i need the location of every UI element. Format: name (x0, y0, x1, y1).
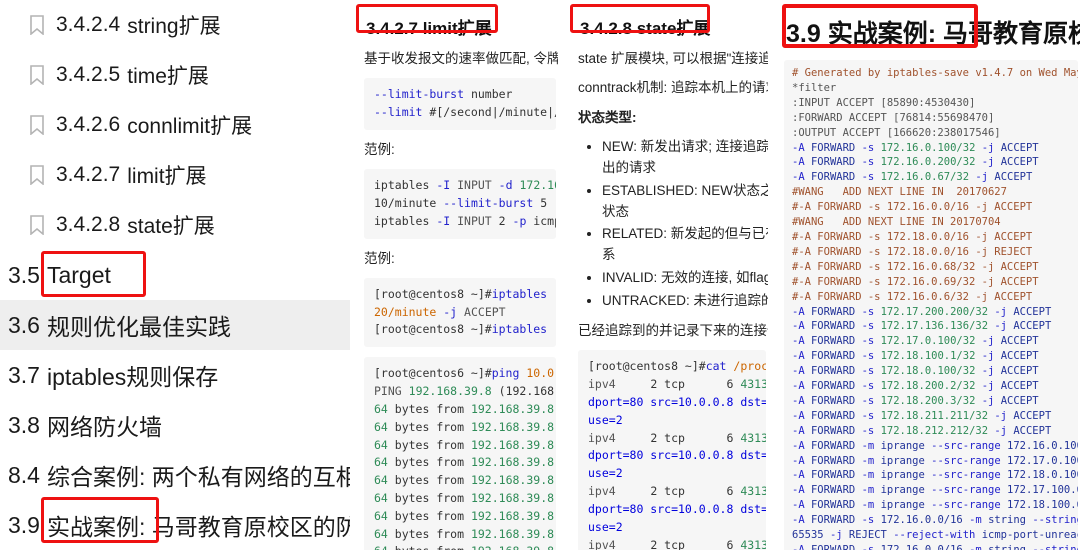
bookmark-icon (30, 165, 44, 185)
toc-item-label: connlimit扩展 (127, 115, 252, 138)
toc-item-label-wrap: state扩展 (127, 210, 215, 240)
state-conntrack-code: [root@centos8 ~]#cat /proc/net/nf ipv4 2… (578, 350, 766, 550)
toc-item-3-9[interactable]: 3.9 实战案例: 马哥教育原校区的防火 (0, 500, 350, 550)
state-para-3: 状态类型: (578, 108, 768, 128)
state-para-2: conntrack机制: 追踪本机上的请求和响应之 (578, 78, 768, 98)
state-type-item: NEW: 新发出请求; 连接追踪信息库中出的请求 (602, 137, 768, 179)
toc-item-label: Target (47, 262, 111, 288)
toc-item-label: string扩展 (127, 15, 220, 38)
state-para-4: 已经追踪到的并记录下来的连接信息库 (578, 321, 768, 341)
screenshot-root: 3.4.2.4 string扩展 3.4.2.5 time扩展 3.4.2.6 connl… (0, 0, 1080, 550)
toc-item-label-wrap: Target (47, 262, 111, 289)
toc-item-number: 3.4.2.8 (56, 213, 120, 237)
limit-options-code: --limit-burst number #前多少个 --limit #[/se… (364, 78, 556, 130)
toc-item-label-wrap: time扩展 (127, 60, 209, 90)
state-type-item: ESTABLISHED: NEW状态之后, 连接状态 (602, 181, 768, 223)
toc-item-label-wrap: string扩展 (127, 10, 220, 40)
state-type-item: UNTRACKED: 未进行追踪的连接, 如 (602, 291, 768, 312)
state-type-name-desc: NEW: 新发出请求; 连接追踪信息库中 (602, 137, 768, 158)
toc-item-label-wrap: limit扩展 (127, 160, 206, 190)
toc-item-label-wrap: 规则优化最佳实践 (47, 308, 231, 342)
state-type-item: INVALID: 无效的连接, 如flag标记不 (602, 268, 768, 289)
state-type-continuation: 出的请求 (602, 158, 768, 179)
limit-ping-code: [root@centos6 ~]#ping 10.0.0.8 PING 192.… (364, 357, 556, 550)
toc-item-8-4[interactable]: 8.4 综合案例: 两个私有网络的互相通 (0, 450, 350, 500)
toc-item-number: 3.4.2.5 (56, 63, 120, 87)
toc-item-3-4-2-5[interactable]: 3.4.2.5 time扩展 (0, 50, 350, 100)
toc-item-label: state扩展 (127, 215, 215, 238)
state-type-name-desc: ESTABLISHED: NEW状态之后, 连接 (602, 181, 768, 202)
toc-item-number: 3.4.2.4 (56, 13, 120, 37)
state-type-name-desc: INVALID: 无效的连接, 如flag标记不 (602, 268, 768, 289)
toc-item-number: 8.4 (8, 462, 40, 489)
case-heading: 3.9 实战案例: 马哥教育原校区的防 (786, 14, 1080, 50)
toc-item-3-8[interactable]: 3.8 网络防火墙 (0, 400, 350, 450)
state-type-name-desc: RELATED: 新发起的但与已有连接相关 (602, 224, 768, 245)
toc-item-label-wrap: 实战案例: 马哥教育原校区的防火 (47, 508, 350, 542)
case-rules-code: # Generated by iptables-save v1.4.7 on W… (784, 60, 1078, 550)
bookmark-icon (30, 15, 44, 35)
toc-item-label: 实战案例: 马哥教育原校区的防火 (47, 514, 350, 540)
state-type-list: NEW: 新发出请求; 连接追踪信息库中出的请求ESTABLISHED: NEW… (576, 137, 768, 312)
bookmark-icon (30, 215, 44, 235)
toc-item-number: 3.4.2.7 (56, 163, 120, 187)
toc-item-3-5[interactable]: 3.5 Target (0, 250, 350, 300)
state-para-1: state 扩展模块, 可以根据"连接追踪机制"去 (578, 49, 768, 69)
toc-item-label-wrap: connlimit扩展 (127, 110, 252, 140)
state-type-continuation: 状态 (602, 202, 768, 223)
toc-item-3-4-2-8[interactable]: 3.4.2.8 state扩展 (0, 200, 350, 250)
toc-item-number: 3.5 (8, 262, 40, 289)
limit-example-code-2: [root@centos8 ~]#iptables -A IN 20/minut… (364, 278, 556, 347)
limit-intro: 基于收发报文的速率做匹配, 令牌桶过滤 (364, 49, 558, 69)
toc-item-label-wrap: iptables规则保存 (47, 358, 218, 392)
toc-item-3-6[interactable]: 3.6 规则优化最佳实践 (0, 300, 350, 350)
state-type-continuation: 系 (602, 245, 768, 266)
toc-item-number: 3.7 (8, 362, 40, 389)
limit-heading: 3.4.2.7 limit扩展 (366, 14, 558, 39)
state-type-item: RELATED: 新发起的但与已有连接相关系 (602, 224, 768, 266)
toc-item-label: limit扩展 (127, 165, 206, 188)
toc-item-label: 规则优化最佳实践 (47, 314, 231, 340)
toc-item-label: time扩展 (127, 65, 209, 88)
toc-item-number: 3.8 (8, 412, 40, 439)
toc-item-number: 3.6 (8, 312, 40, 339)
toc-item-3-4-2-6[interactable]: 3.4.2.6 connlimit扩展 (0, 100, 350, 150)
state-heading: 3.4.2.8 state扩展 (580, 14, 768, 39)
toc-item-number: 3.4.2.6 (56, 113, 120, 137)
toc-item-label: iptables规则保存 (47, 364, 218, 390)
toc-outline-panel: 3.4.2.4 string扩展 3.4.2.5 time扩展 3.4.2.6 connl… (0, 0, 350, 550)
limit-article-panel: 3.4.2.7 limit扩展 基于收发报文的速率做匹配, 令牌桶过滤 --li… (352, 0, 558, 550)
toc-item-label-wrap: 网络防火墙 (47, 408, 162, 442)
toc-item-label: 综合案例: 两个私有网络的互相通 (47, 464, 350, 490)
toc-item-label: 网络防火墙 (47, 414, 162, 440)
toc-item-3-7[interactable]: 3.7 iptables规则保存 (0, 350, 350, 400)
toc-item-label-wrap: 综合案例: 两个私有网络的互相通 (47, 458, 350, 492)
toc-item-number: 3.9 (8, 512, 40, 539)
limit-example-code-1: iptables -I INPUT -d 172.16.100 10/minut… (364, 169, 556, 238)
toc-item-3-4-2-7[interactable]: 3.4.2.7 limit扩展 (0, 150, 350, 200)
bookmark-icon (30, 65, 44, 85)
limit-example-label-2: 范例: (364, 249, 558, 269)
state-type-name-desc: UNTRACKED: 未进行追踪的连接, 如 (602, 291, 768, 312)
bookmark-icon (30, 115, 44, 135)
toc-list: 3.4.2.4 string扩展 3.4.2.5 time扩展 3.4.2.6 connl… (0, 0, 350, 550)
limit-example-label-1: 范例: (364, 140, 558, 160)
toc-item-3-4-2-4[interactable]: 3.4.2.4 string扩展 (0, 0, 350, 50)
state-article-panel: 3.4.2.8 state扩展 state 扩展模块, 可以根据"连接追踪机制"… (566, 0, 768, 550)
case-study-panel: 3.9 实战案例: 马哥教育原校区的防 # Generated by iptab… (772, 0, 1080, 550)
